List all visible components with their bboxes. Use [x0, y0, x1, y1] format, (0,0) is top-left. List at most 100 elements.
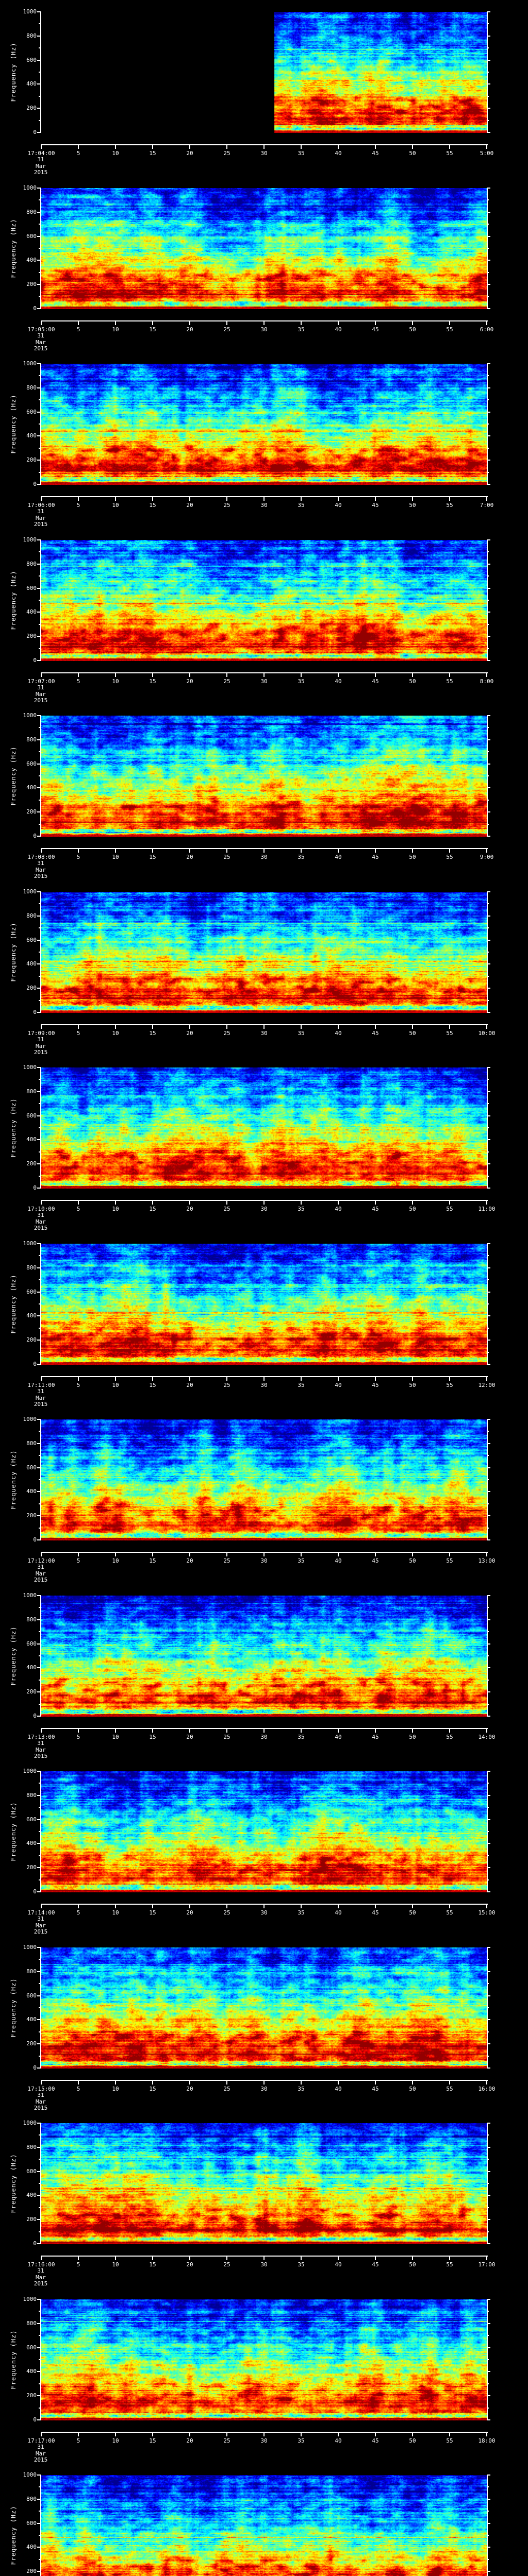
y-major-tick-right: [487, 1139, 490, 1141]
y-major-tick-right: [487, 1716, 490, 1717]
x-tick-label: 15: [149, 854, 156, 860]
y-major-tick-right: [487, 715, 490, 716]
x-tick: [263, 1728, 265, 1733]
y-minor-tick: [39, 1127, 41, 1128]
y-minor-tick: [39, 999, 41, 1001]
x-tick: [263, 1376, 265, 1381]
x-tick-label: 55: [446, 502, 453, 509]
y-major-tick-right: [487, 1794, 490, 1796]
y-major-tick: [37, 1619, 41, 1620]
x-tick-label: 10: [112, 2261, 119, 2268]
x-tick: [338, 1728, 339, 1733]
x-tick: [486, 1904, 487, 1908]
y-tick-label: 600: [26, 1464, 37, 1471]
y-major-tick: [37, 2475, 41, 2476]
y-minor-tick-right: [487, 471, 489, 473]
y-major-tick-right: [487, 1243, 490, 1244]
y-major-tick-right: [487, 612, 490, 613]
y-tick-label: 400: [26, 1840, 37, 1847]
x-tick: [226, 2256, 227, 2260]
x-tick-label: 25: [223, 1909, 230, 1916]
x-tick-label: 20: [186, 1734, 193, 1740]
spectrogram-panel: Frequency (Hz) 0200400600800100051015202…: [0, 1408, 528, 1584]
y-tick-label: 200: [26, 1688, 37, 1696]
y-minor-tick: [39, 1255, 41, 1257]
x-tick: [375, 1200, 376, 1205]
y-major-tick: [37, 1691, 41, 1693]
date-line: 31: [37, 1388, 44, 1395]
spectrogram-panel: Frequency (Hz) 0200400600800100051015202…: [0, 2287, 528, 2464]
x-tick: [41, 1904, 42, 1908]
x-tick: [115, 2080, 116, 2084]
y-minor-tick: [39, 2207, 41, 2208]
x-tick-label: 10: [112, 502, 119, 509]
y-major-tick: [37, 2419, 41, 2420]
x-tick-label: 30: [260, 1734, 268, 1740]
x-tick-label: 10: [112, 854, 119, 860]
x-tick: [263, 2080, 265, 2084]
y-major-tick: [37, 284, 41, 285]
date-line: Mar: [36, 162, 46, 170]
y-tick-label: 0: [33, 1888, 37, 1895]
date-line: 2015: [34, 521, 48, 528]
y-minor-tick-right: [487, 2335, 489, 2336]
x-tick: [449, 1552, 450, 1556]
y-major-tick-right: [487, 811, 490, 813]
y-major-tick: [37, 1467, 41, 1468]
y-minor-tick-right: [487, 1655, 489, 1656]
y-minor-tick-right: [487, 248, 489, 249]
y-major-tick: [37, 963, 41, 965]
x-tick: [301, 1024, 302, 1029]
y-minor-tick-right: [487, 1327, 489, 1329]
y-major-tick: [37, 363, 41, 364]
y-major-tick: [37, 660, 41, 661]
x-tick-label: 25: [223, 326, 230, 333]
spectrogram-panel: Frequency (Hz) 0200400600800100051015202…: [0, 1232, 528, 1408]
x-end-time-label: 5:00: [480, 150, 494, 157]
y-minor-tick-right: [487, 1351, 489, 1353]
y-major-tick-right: [487, 763, 490, 765]
y-axis-title: Frequency (Hz): [10, 1802, 17, 1861]
y-minor-tick-right: [487, 199, 489, 201]
y-tick-label: 800: [26, 2495, 37, 2502]
x-tick-label: 45: [372, 1030, 379, 1037]
y-major-tick-right: [487, 2019, 490, 2021]
x-tick: [152, 2256, 153, 2260]
y-minor-tick: [39, 1679, 41, 1681]
y-tick-label: 600: [26, 2344, 37, 2351]
y-tick-label: 400: [26, 2192, 37, 2199]
x-tick: [78, 848, 79, 853]
y-minor-tick: [39, 2134, 41, 2136]
x-tick-label: 55: [446, 1382, 453, 1388]
y-major-tick: [37, 787, 41, 789]
y-axis-title: Frequency (Hz): [10, 922, 17, 982]
spectrogram-plot: [40, 2299, 488, 2420]
x-tick: [189, 1552, 190, 1556]
x-tick-label: 30: [260, 678, 268, 685]
x-tick-label: 30: [260, 502, 268, 509]
x-tick-label: 10: [112, 1557, 119, 1564]
y-major-tick: [37, 1139, 41, 1141]
x-tick: [115, 2432, 116, 2436]
y-minor-tick: [39, 648, 41, 649]
x-tick: [338, 672, 339, 677]
x-tick-label: 30: [260, 150, 268, 157]
x-tick-label: 50: [409, 150, 416, 157]
y-minor-tick: [39, 1527, 41, 1529]
x-tick-label: 10: [112, 1909, 119, 1916]
x-tick-label: 10: [112, 2437, 119, 2444]
x-tick: [152, 2080, 153, 2084]
x-tick: [412, 1200, 413, 1205]
x-tick-label: 20: [186, 2437, 193, 2444]
y-minor-tick: [39, 120, 41, 121]
x-tick: [78, 1728, 79, 1733]
date-line: 31: [37, 1740, 44, 1747]
y-major-tick: [37, 411, 41, 413]
y-major-tick-right: [487, 435, 490, 437]
y-major-tick: [37, 308, 41, 309]
spectrogram-panel: Frequency (Hz) 0200400600800100051015202…: [0, 352, 528, 528]
x-tick-label: 40: [335, 1030, 342, 1037]
y-tick-label: 1000: [23, 1416, 37, 1422]
x-tick-label: 15: [149, 2437, 156, 2444]
y-tick-label: 200: [26, 2568, 37, 2575]
